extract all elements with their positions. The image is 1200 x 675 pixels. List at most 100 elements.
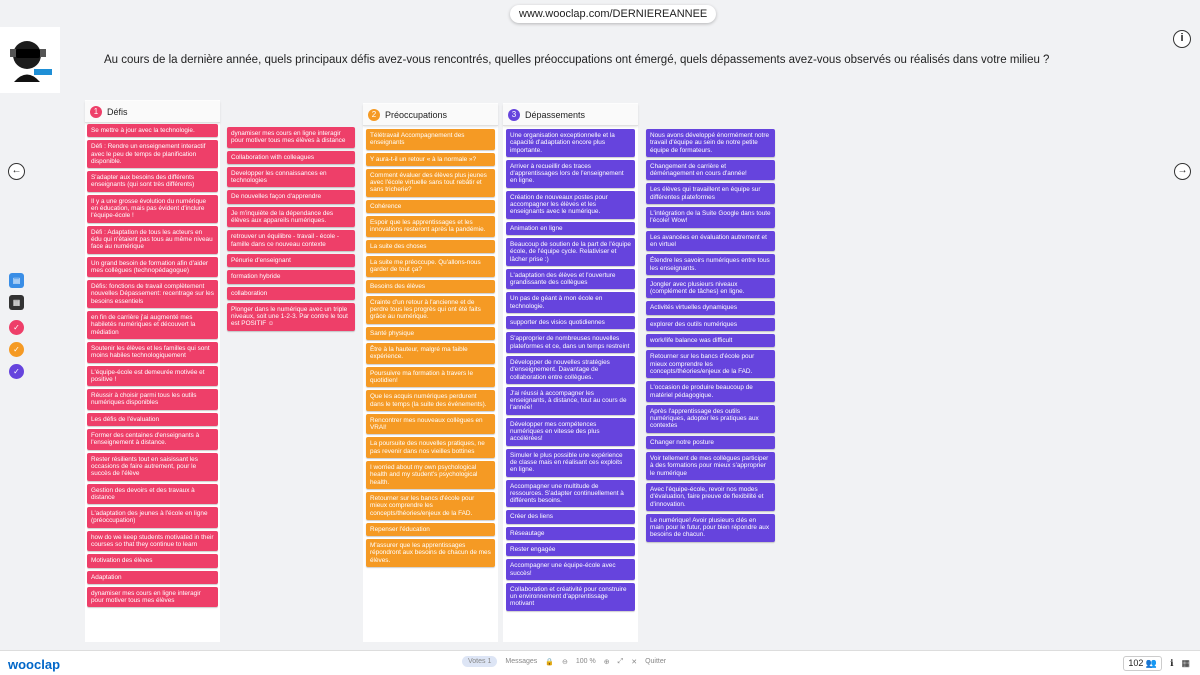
- answer-card[interactable]: L'adaptation des jeunes à l'école en lig…: [87, 507, 218, 528]
- answer-card[interactable]: S'adapter aux besoins des différents ens…: [87, 171, 218, 192]
- filter-depassements-icon[interactable]: ✓: [9, 364, 24, 379]
- info-bottom-icon[interactable]: ℹ: [1170, 658, 1173, 669]
- answer-card[interactable]: I worried about my own psychological hea…: [366, 461, 495, 489]
- zoom-out-icon[interactable]: ⊖: [562, 658, 568, 666]
- answer-card[interactable]: en fin de carrière j'ai augmenté mes hab…: [87, 311, 218, 339]
- answer-card[interactable]: Motivation des élèves: [87, 554, 218, 568]
- grid-icon[interactable]: ▦: [9, 295, 24, 310]
- answer-card[interactable]: Réussir à choisir parmi tous les outils …: [87, 389, 218, 410]
- answer-card[interactable]: Défis: fonctions de travail complètement…: [87, 280, 218, 309]
- answer-card[interactable]: Plonger dans le numérique avec un triple…: [227, 302, 355, 331]
- answer-card[interactable]: Poursuivre ma formation à travers le quo…: [366, 366, 495, 388]
- answer-card[interactable]: explorer des outils numériques: [646, 317, 775, 332]
- answer-card[interactable]: Comment évaluer des élèves plus jeunes a…: [366, 168, 495, 197]
- answer-card[interactable]: L'adaptation des élèves et l'ouverture g…: [506, 268, 635, 290]
- answer-card[interactable]: Y aura-t-il un retour « à la normale »?: [366, 152, 495, 166]
- answer-card[interactable]: Création de nouveaux postes pour accompa…: [506, 190, 635, 219]
- answer-card[interactable]: Soutenir les élèves et les familles qui …: [87, 341, 218, 363]
- answer-card[interactable]: how do we keep students motivated in the…: [87, 530, 218, 552]
- shuffle-icon[interactable]: ✕: [631, 658, 637, 666]
- answer-card[interactable]: Santé physique: [366, 326, 495, 341]
- answer-card[interactable]: Défi : Rendre un enseignement interactif…: [87, 140, 218, 169]
- answer-card[interactable]: Gestion des devoirs et des travaux à dis…: [87, 483, 218, 505]
- answer-card[interactable]: Collaboration et créativité pour constru…: [506, 582, 635, 611]
- answer-card[interactable]: Arriver à recueillir des traces d'appren…: [506, 159, 635, 188]
- lock-icon[interactable]: 🔒: [545, 658, 554, 666]
- answer-card[interactable]: Pénurie d'enseignant: [227, 253, 355, 268]
- answer-card[interactable]: Former des centaines d'enseignants à l'e…: [87, 429, 218, 450]
- answer-card[interactable]: Developper les connaissances en technolo…: [227, 166, 355, 188]
- quit-button[interactable]: Quitter: [645, 658, 666, 665]
- answer-card[interactable]: Avec l'équipe-école, revoir nos modes d'…: [646, 482, 775, 511]
- answer-card[interactable]: Rester résilients tout en saisissant les…: [87, 452, 218, 481]
- answer-card[interactable]: J'ai réussi à accompagner les enseignant…: [506, 386, 635, 415]
- answer-card[interactable]: Retourner sur les bancs d'école pour mie…: [646, 350, 775, 379]
- answer-card[interactable]: Collaboration with colleagues: [227, 150, 355, 164]
- answer-card[interactable]: Je m'inquiète de la dépendance des élève…: [227, 206, 355, 228]
- answer-card[interactable]: S'approprier de nombreuses nouvelles pla…: [506, 332, 635, 353]
- fullscreen-icon[interactable]: ⤢: [618, 658, 624, 666]
- answer-card[interactable]: Télétravail Accompagnement des enseignan…: [366, 129, 495, 150]
- answer-card[interactable]: Un pas de géant à mon école en technolog…: [506, 292, 635, 314]
- answer-card[interactable]: Jongler avec plusieurs niveaux (compléme…: [646, 277, 775, 299]
- answer-card[interactable]: Retourner sur les bancs d'école pour mie…: [366, 491, 495, 520]
- answer-card[interactable]: Que les acquis numériques perdurent dans…: [366, 390, 495, 411]
- answer-card[interactable]: De nouvelles façon d'apprendre: [227, 190, 355, 204]
- answer-card[interactable]: L'équipe-école est demeurée motivée et p…: [87, 365, 218, 387]
- answer-card[interactable]: Un grand besoin de formation afin d'aide…: [87, 256, 218, 278]
- answer-card[interactable]: La suite des choses: [366, 239, 495, 253]
- answer-card[interactable]: Crainte d'un retour à l'ancienne et de p…: [366, 295, 495, 324]
- arrow-left-icon[interactable]: ←: [8, 163, 25, 180]
- answer-card[interactable]: supporter des visios quotidiennes: [506, 316, 635, 330]
- answer-card[interactable]: collaboration: [227, 286, 355, 300]
- answer-card[interactable]: Rencontrer mes nouveaux collègues en VRA…: [366, 413, 495, 435]
- filter-preoccupations-icon[interactable]: ✓: [9, 342, 24, 357]
- answer-card[interactable]: Cohérence: [366, 199, 495, 214]
- answer-card[interactable]: Rester engagée: [506, 542, 635, 557]
- answer-card[interactable]: Les élèves qui travaillent en équipe sur…: [646, 183, 775, 205]
- answer-card[interactable]: retrouver un équilibre - travail - école…: [227, 230, 355, 251]
- answer-card[interactable]: Beaucoup de soutien de la part de l'équi…: [506, 237, 635, 266]
- answer-card[interactable]: dynamiser mes cours en ligne interagir p…: [87, 586, 218, 608]
- answer-card[interactable]: Simuler le plus possible une expérience …: [506, 448, 635, 477]
- arrow-right-icon[interactable]: →: [1174, 163, 1191, 180]
- answer-card[interactable]: Adaptation: [87, 570, 218, 584]
- answer-card[interactable]: Activités virtuelles dynamiques: [646, 301, 775, 315]
- grid-menu-icon[interactable]: ▦: [1181, 658, 1190, 669]
- answer-card[interactable]: Les défis de l'évaluation: [87, 412, 218, 427]
- answer-card[interactable]: Accompagner une équipe-école avec succès…: [506, 559, 635, 580]
- filter-defis-icon[interactable]: ✓: [9, 320, 24, 335]
- answer-card[interactable]: Changement de carrière et déménagement e…: [646, 159, 775, 181]
- answer-card[interactable]: Réseautage: [506, 526, 635, 540]
- answer-card[interactable]: Nous avons développé énormément notre tr…: [646, 129, 775, 157]
- answer-card[interactable]: dynamiser mes cours en ligne interagir p…: [227, 127, 355, 148]
- answer-card[interactable]: Les avancées en évaluation autrement et …: [646, 230, 775, 252]
- answer-card[interactable]: Animation en ligne: [506, 221, 635, 235]
- answer-card[interactable]: Défi : Adaptation de tous les acteurs en…: [87, 225, 218, 254]
- answer-card[interactable]: Accompagner une multitude de ressources.…: [506, 479, 635, 508]
- answer-card[interactable]: Être à la hauteur, malgré ma faible expé…: [366, 343, 495, 364]
- answer-card[interactable]: La poursuite des nouvelles pratiques, ne…: [366, 437, 495, 459]
- answer-card[interactable]: Changer notre posture: [646, 435, 775, 450]
- answer-card[interactable]: work/life balance was difficult: [646, 334, 775, 348]
- zoom-in-icon[interactable]: ⊕: [604, 658, 610, 666]
- answer-card[interactable]: Développer de nouvelles stratégies d'ens…: [506, 355, 635, 384]
- answer-card[interactable]: Espoir que les apprentissages et les inn…: [366, 216, 495, 237]
- answer-card[interactable]: Se mettre à jour avec la technologie.: [87, 124, 218, 138]
- layout-icon[interactable]: ▤: [9, 273, 24, 288]
- votes-toggle[interactable]: Votes 1: [462, 656, 498, 667]
- answer-card[interactable]: formation hybride: [227, 270, 355, 284]
- answer-card[interactable]: L'intégration de la Suite Google dans to…: [646, 207, 775, 228]
- answer-card[interactable]: Repenser l'éducation: [366, 522, 495, 537]
- messages-button[interactable]: Messages: [505, 658, 537, 665]
- answer-card[interactable]: Développer mes compétences numériques en…: [506, 417, 635, 446]
- answer-card[interactable]: L'occasion de produire beaucoup de matér…: [646, 381, 775, 402]
- answer-card[interactable]: Une organisation exceptionnelle et la ca…: [506, 129, 635, 157]
- answer-card[interactable]: Le numérique! Avoir plusieurs clés en ma…: [646, 513, 775, 542]
- answer-card[interactable]: Besoins des élèves: [366, 279, 495, 293]
- answer-card[interactable]: Étendre les savoirs numériques entre tou…: [646, 254, 775, 275]
- answer-card[interactable]: Il y a une grosse évolution du numérique…: [87, 194, 218, 223]
- info-icon[interactable]: i: [1173, 30, 1191, 48]
- answer-card[interactable]: Après l'apprentissage des outils numériq…: [646, 404, 775, 433]
- answer-card[interactable]: Créer des liens: [506, 510, 635, 524]
